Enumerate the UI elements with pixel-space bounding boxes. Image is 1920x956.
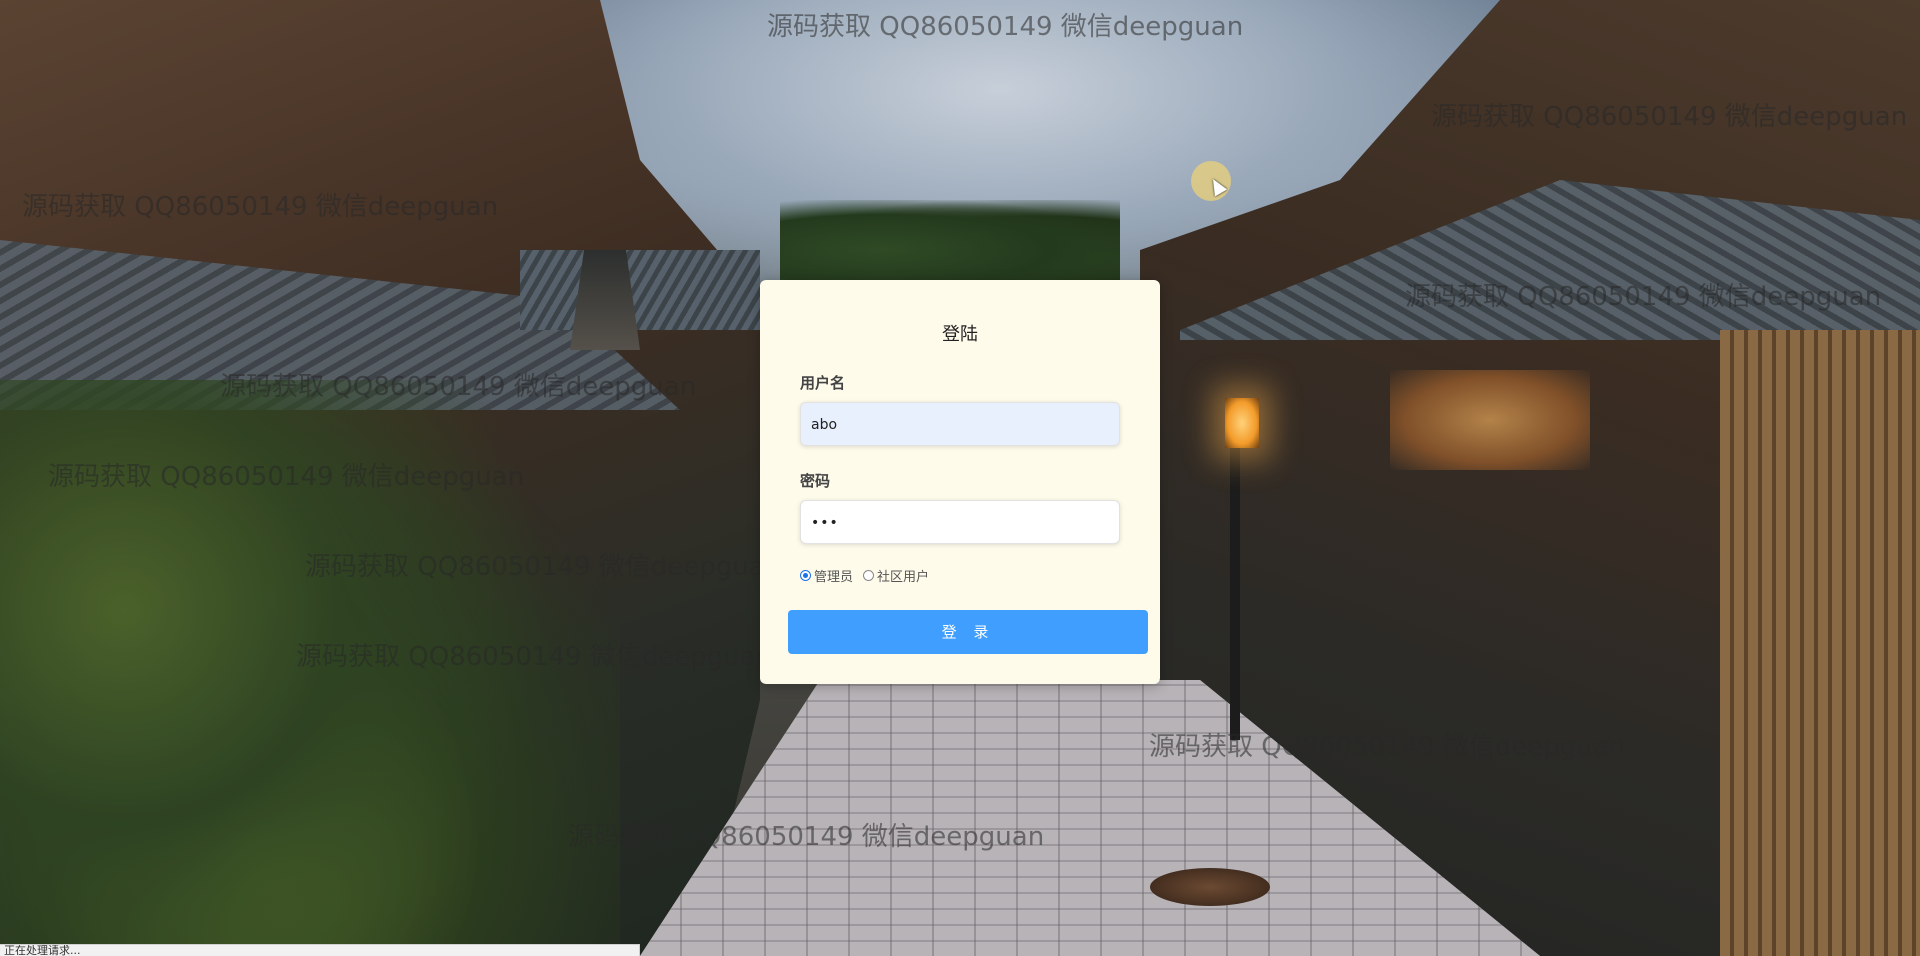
lamp-post-right — [1230, 420, 1240, 740]
watermark: 源码获取 QQ86050149 微信deepguan — [48, 462, 525, 492]
role-radio-community-user[interactable]: 社区用户 — [863, 566, 929, 585]
watermark: 源码获取 QQ86050149 微信deepguan — [220, 372, 697, 402]
role-radio-label: 管理员 — [814, 570, 854, 585]
login-card: 登陆 用户名 abo 密码 ••• 管理员 社区用户 登 录 — [760, 280, 1160, 684]
role-radio-group: 管理员 社区用户 — [800, 566, 939, 585]
radio-unchecked-icon[interactable] — [863, 570, 875, 581]
radio-checked-icon[interactable] — [800, 570, 811, 581]
watermark: 源码获取 QQ86050149 微信deepguan — [1405, 282, 1882, 312]
watermark: 源码获取 QQ86050149 微信deepguan — [1149, 732, 1626, 762]
browser-status-bar: 正在处理请求... — [0, 944, 640, 956]
left-roof-back — [520, 250, 760, 330]
watermark: 源码获取 QQ86050149 微信deepguan — [568, 822, 1045, 852]
watermark: 源码获取 QQ86050149 微信deepguan — [767, 12, 1244, 42]
watermark: 源码获取 QQ86050149 微信deepguan — [22, 192, 499, 222]
lamp-light-right — [1225, 398, 1259, 448]
watermark: 源码获取 QQ86050149 微信deepguan — [296, 642, 773, 672]
role-radio-label: 社区用户 — [877, 570, 930, 585]
manhole-cover — [1150, 868, 1270, 906]
username-label: 用户名 — [800, 374, 846, 392]
login-title: 登陆 — [942, 324, 978, 345]
password-label: 密码 — [800, 472, 831, 490]
bamboo-fence — [1720, 330, 1920, 956]
watermark: 源码获取 QQ86050149 微信deepguan — [305, 552, 782, 582]
login-button[interactable]: 登 录 — [788, 610, 1148, 654]
watermark: 源码获取 QQ86050149 微信deepguan — [1431, 102, 1908, 132]
lit-window — [1390, 370, 1590, 470]
role-radio-admin[interactable]: 管理员 — [800, 566, 853, 585]
username-input[interactable]: abo — [800, 402, 1120, 446]
password-input[interactable]: ••• — [800, 500, 1120, 544]
